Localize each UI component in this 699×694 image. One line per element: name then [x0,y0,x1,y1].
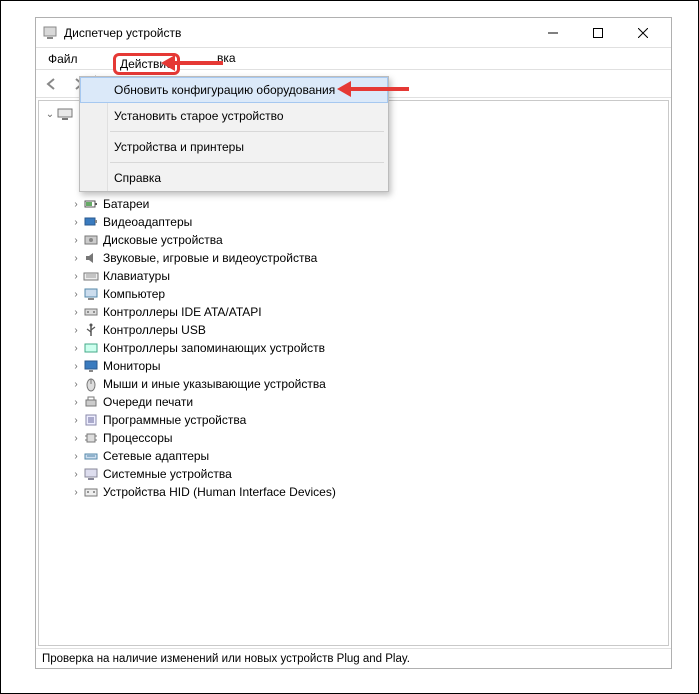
menu-item-label: Установить старое устройство [114,109,284,123]
tree-item-label: Клавиатуры [103,269,170,283]
tree-item[interactable]: › Контроллеры запоминающих устройств [41,339,666,357]
tree-item[interactable]: › Дисковые устройства [41,231,666,249]
close-button[interactable] [620,19,665,47]
tree-item[interactable]: › Устройства HID (Human Interface Device… [41,483,666,501]
expand-icon[interactable]: › [69,307,83,318]
battery-icon [83,196,99,212]
printer-icon [83,394,99,410]
processor-icon [83,430,99,446]
maximize-button[interactable] [575,19,620,47]
system-device-icon [83,466,99,482]
sound-icon [83,250,99,266]
tree-item[interactable]: › Клавиатуры [41,267,666,285]
menu-devices-printers[interactable]: Устройства и принтеры [80,134,388,160]
tree-item-label: Сетевые адаптеры [103,449,209,463]
menu-item-label: Обновить конфигурацию оборудования [114,83,335,97]
expand-icon[interactable]: › [69,289,83,300]
expand-icon[interactable]: › [69,217,83,228]
mouse-icon [83,376,99,392]
tree-item-label: Дисковые устройства [103,233,223,247]
expand-icon[interactable]: › [69,325,83,336]
expand-icon[interactable]: › [69,361,83,372]
expand-icon[interactable]: › [69,469,83,480]
tree-item-label: Системные устройства [103,467,232,481]
expand-icon[interactable]: › [69,235,83,246]
window-title: Диспетчер устройств [64,26,181,40]
tree-item-label: Звуковые, игровые и видеоустройства [103,251,317,265]
expand-icon[interactable]: › [69,199,83,210]
tree-item-label: Мониторы [103,359,160,373]
dropdown-separator [110,162,384,163]
tree-item-label: Очереди печати [103,395,193,409]
expand-icon[interactable]: › [69,343,83,354]
tree-item-label: Процессоры [103,431,173,445]
tree-item[interactable]: › Батареи [41,195,666,213]
minimize-button[interactable] [530,19,575,47]
status-text: Проверка на наличие изменений или новых … [42,653,410,665]
menu-item-label: Справка [114,171,161,185]
expand-icon[interactable]: › [69,253,83,264]
menu-help[interactable]: Справка [80,165,388,191]
tree-item-label: Батареи [103,197,149,211]
tree-item[interactable]: › Видеоадаптеры [41,213,666,231]
menu-add-legacy[interactable]: Установить старое устройство [80,103,388,129]
tree-item-label: Программные устройства [103,413,246,427]
back-button[interactable] [40,73,64,95]
expand-icon[interactable]: › [69,397,83,408]
disk-icon [83,232,99,248]
tree-item[interactable]: › Мыши и иные указывающие устройства [41,375,666,393]
tree-item[interactable]: › Очереди печати [41,393,666,411]
monitor-icon [83,358,99,374]
storage-controller-icon [83,340,99,356]
tree-item[interactable]: › Компьютер [41,285,666,303]
tree-item[interactable]: › Программные устройства [41,411,666,429]
tree-item-label: Компьютер [103,287,165,301]
expand-icon[interactable]: › [69,379,83,390]
expand-icon[interactable]: › [69,433,83,444]
expand-icon[interactable]: › [69,415,83,426]
tree-item[interactable]: › Системные устройства [41,465,666,483]
tree-item-label: Контроллеры USB [103,323,206,337]
network-icon [83,448,99,464]
tree-item[interactable]: › Звуковые, игровые и видеоустройства [41,249,666,267]
tree-item-label: Видеоадаптеры [103,215,192,229]
software-device-icon [83,412,99,428]
tree-item-label: Устройства HID (Human Interface Devices) [103,485,336,499]
expand-icon[interactable]: › [69,271,83,282]
menu-item-label: Устройства и принтеры [114,140,244,154]
tree-item[interactable]: › Сетевые адаптеры [41,447,666,465]
expand-icon[interactable]: › [69,451,83,462]
tree-item[interactable]: › Контроллеры USB [41,321,666,339]
keyboard-icon [83,268,99,284]
titlebar: Диспетчер устройств [36,18,671,48]
computer-node-icon [83,286,99,302]
menu-file[interactable]: Файл [40,50,86,68]
app-icon [42,25,58,41]
display-adapter-icon [83,214,99,230]
tree-item[interactable]: › Процессоры [41,429,666,447]
hid-icon [83,484,99,500]
collapse-icon[interactable]: ⌄ [43,109,57,120]
statusbar: Проверка на наличие изменений или новых … [36,648,671,668]
tree-item-label: Контроллеры запоминающих устройств [103,341,325,355]
expand-icon[interactable]: › [69,487,83,498]
usb-icon [83,322,99,338]
ide-icon [83,304,99,320]
tree-item-label: Контроллеры IDE ATA/ATAPI [103,305,262,319]
tree-item[interactable]: › Контроллеры IDE ATA/ATAPI [41,303,666,321]
computer-icon [57,106,73,122]
tree-item-label: Мыши и иные указывающие устройства [103,377,326,391]
dropdown-separator [110,131,384,132]
tree-item[interactable]: › Мониторы [41,357,666,375]
